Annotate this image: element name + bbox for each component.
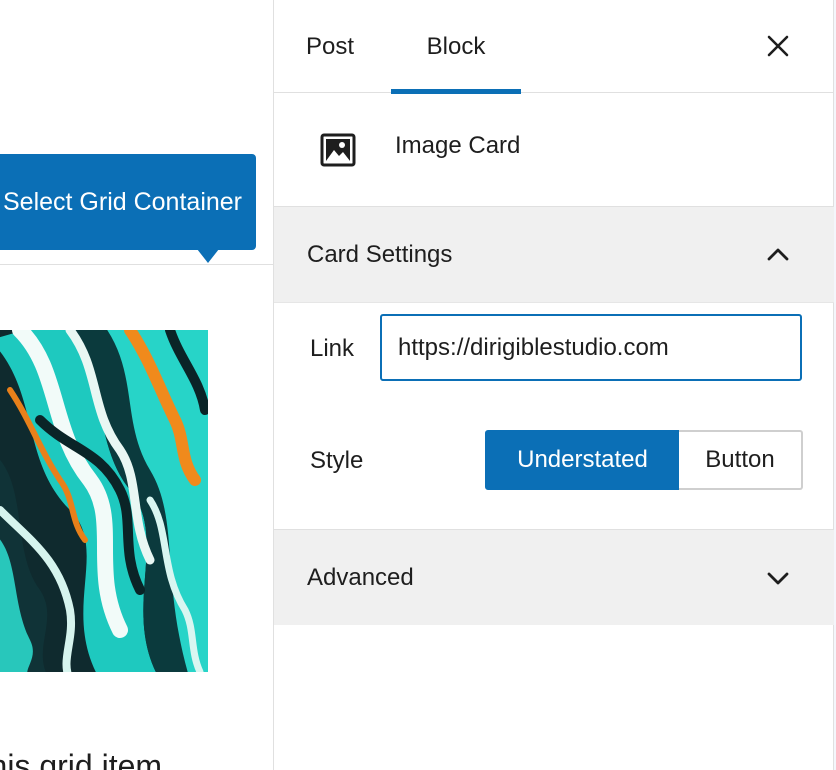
card-settings-toggle[interactable]: Card Settings bbox=[274, 207, 834, 303]
marbled-image bbox=[0, 330, 208, 672]
grid-item-caption: This grid item bbox=[0, 748, 163, 770]
close-icon bbox=[767, 35, 789, 57]
link-input[interactable] bbox=[380, 314, 802, 381]
style-button-button[interactable]: Button bbox=[679, 430, 803, 490]
chevron-up-icon bbox=[767, 248, 789, 261]
image-icon bbox=[320, 133, 356, 167]
link-label: Link bbox=[310, 335, 355, 362]
select-grid-container-button[interactable]: Select Grid Container bbox=[0, 154, 256, 250]
settings-sidebar: Post Block Image Card Card Settings Link… bbox=[273, 0, 834, 770]
block-card: Image Card bbox=[274, 93, 834, 207]
style-understated-button[interactable]: Understated bbox=[485, 430, 680, 490]
advanced-title: Advanced bbox=[307, 564, 414, 591]
card-image[interactable] bbox=[0, 330, 208, 672]
editor-canvas: Select Grid Container This grid item bbox=[0, 0, 273, 770]
divider bbox=[0, 264, 273, 265]
block-title: Image Card bbox=[395, 132, 521, 159]
close-sidebar-button[interactable] bbox=[760, 28, 796, 64]
card-settings-title: Card Settings bbox=[307, 241, 453, 268]
tab-post[interactable]: Post bbox=[274, 0, 386, 93]
advanced-toggle[interactable]: Advanced bbox=[274, 529, 834, 625]
sidebar-tabs: Post Block bbox=[274, 0, 834, 94]
chevron-down-icon bbox=[767, 572, 789, 585]
tab-block[interactable]: Block bbox=[391, 0, 521, 94]
style-label: Style bbox=[310, 447, 364, 474]
tooltip-arrow bbox=[197, 249, 219, 263]
